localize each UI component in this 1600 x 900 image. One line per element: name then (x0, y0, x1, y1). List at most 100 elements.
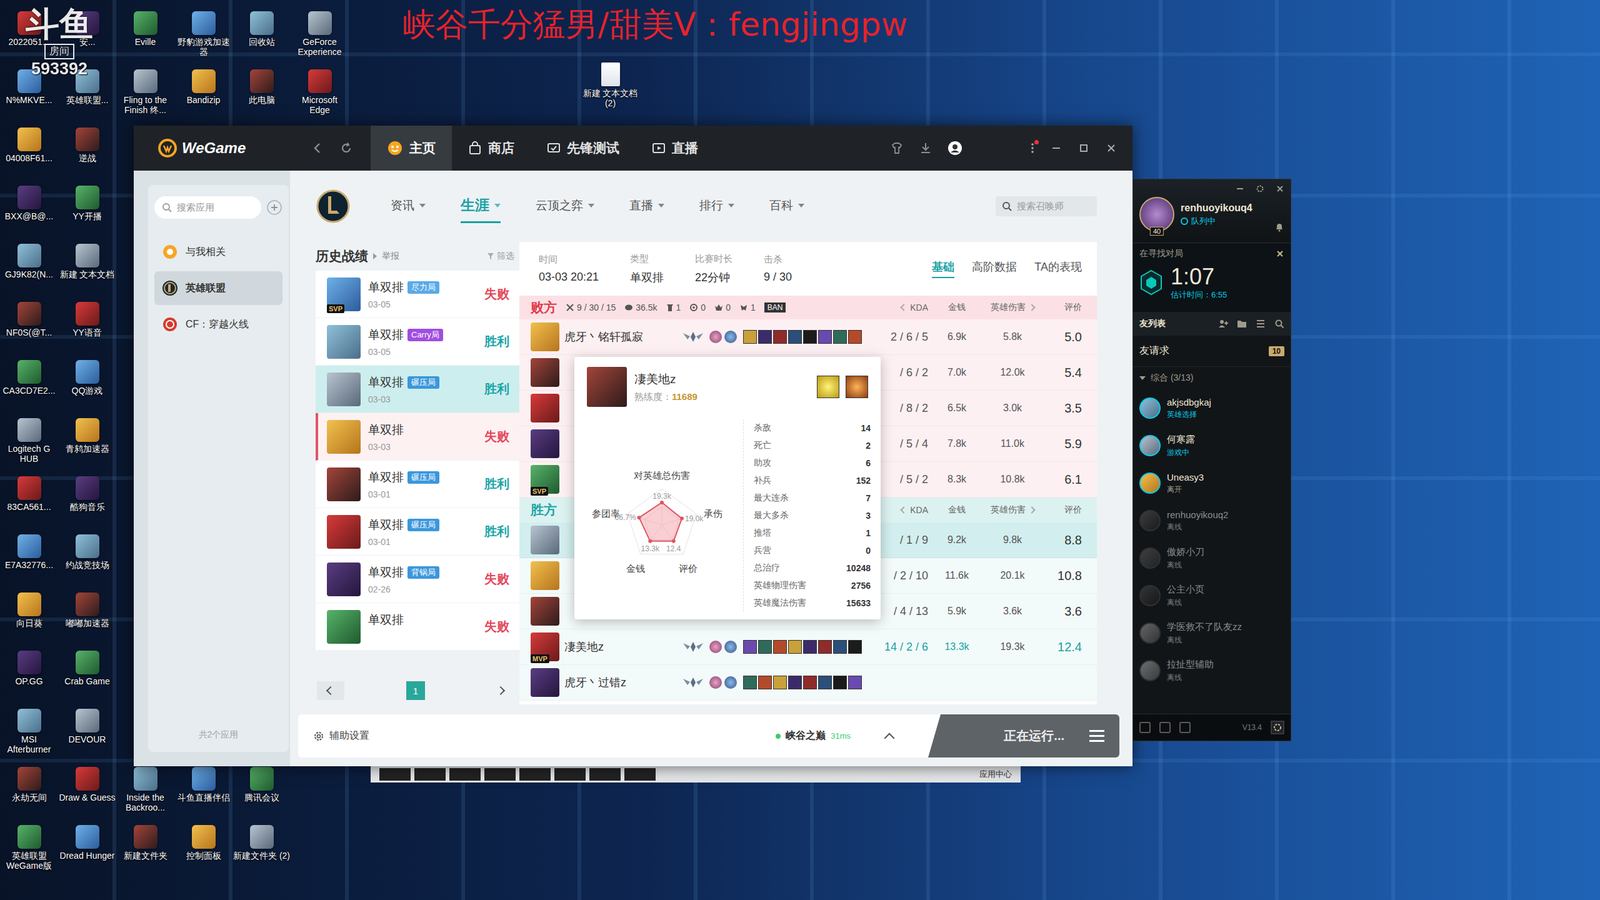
player-row[interactable]: 虎牙丶铭轩孤寂2 / 6 / 56.9k5.8k5.0 (519, 319, 1097, 355)
match-item[interactable]: 单双排碾压局03-03胜利 (315, 365, 520, 414)
friend-row[interactable]: akjsdbgkaj英雄选择 (1133, 389, 1291, 427)
player-name[interactable]: 虎牙丶铭轩孤寂 (564, 329, 677, 345)
desktop-icon[interactable]: QQ游戏 (58, 360, 117, 419)
desktop-icon[interactable]: BXX@B@... (0, 185, 59, 244)
main-tab[interactable]: 先锋测试 (530, 125, 636, 171)
desktop-icon[interactable]: Fling to the Finish 终... (116, 69, 175, 128)
desktop-icon[interactable]: Draw & Guess (58, 766, 117, 825)
running-button[interactable]: 正在运行... (928, 714, 1120, 758)
sidebar-item[interactable]: 与我相关 (154, 235, 283, 269)
nav-item[interactable]: 排行 (699, 191, 735, 222)
close-icon[interactable] (1105, 141, 1118, 155)
desktop-icon[interactable]: 约战竞技场 (58, 534, 117, 593)
desktop-icon[interactable]: 野豹游戏加速器 (174, 11, 233, 70)
refresh-icon[interactable] (340, 141, 353, 155)
friend-row[interactable]: 拉扯型辅助离线 (1133, 651, 1291, 690)
nav-item[interactable]: 资讯 (390, 191, 426, 222)
damage-column-header[interactable]: 英雄伤害 (985, 504, 1040, 516)
desktop-icon[interactable]: Dread Hunger (58, 825, 117, 884)
more-menu[interactable] (1030, 141, 1035, 155)
friend-row[interactable]: 何寒露游戏中 (1133, 426, 1291, 465)
friend-requests[interactable]: 友请求10 (1133, 335, 1291, 367)
desktop-icon[interactable]: 控制面板 (174, 825, 233, 884)
kda-column-header[interactable]: KDA (868, 302, 929, 313)
player-row[interactable]: 虎牙丶过错z (519, 665, 1097, 701)
next-page-button[interactable] (486, 681, 515, 700)
friend-row[interactable]: Uneasy3离开 (1133, 464, 1291, 502)
nav-item[interactable]: 直播 (629, 191, 665, 222)
add-friend-icon[interactable] (1218, 318, 1229, 329)
desktop-icon[interactable]: YY语音 (58, 301, 117, 360)
summoner-search-field[interactable]: 搜索召唤师 (995, 196, 1097, 217)
previous-page-button[interactable] (316, 681, 345, 700)
match-item[interactable]: 单双排碾压局03-01胜利 (315, 508, 520, 556)
desktop-icon[interactable]: GJ9K82(N... (0, 243, 59, 302)
close-icon[interactable] (1275, 184, 1285, 194)
user-avatar-icon[interactable] (947, 140, 963, 156)
main-tab[interactable]: 主页 (370, 125, 452, 171)
desktop-icon[interactable]: Bandizip (174, 69, 233, 128)
nav-item[interactable]: 百科 (769, 191, 805, 222)
sidebar-item[interactable]: 英雄联盟 (154, 271, 283, 305)
bell-icon[interactable] (1274, 221, 1285, 232)
desktop-icon[interactable]: Eville (116, 11, 175, 70)
settings-gear-icon[interactable] (1270, 720, 1285, 735)
profile-avatar[interactable]: 40 (1139, 196, 1175, 232)
add-app-icon[interactable] (266, 199, 283, 216)
friend-row[interactable]: 公主小页离线 (1133, 576, 1291, 615)
desktop-icon[interactable]: 新建文件夹 (2) (232, 825, 291, 884)
desktop-icon[interactable]: 新建 文本文档 (58, 243, 117, 302)
app-search-field[interactable]: 搜索应用 (154, 196, 262, 219)
damage-column-header[interactable]: 英雄伤害 (985, 301, 1040, 314)
match-item[interactable]: 单双排Carry局03-05胜利 (315, 318, 520, 366)
filter-button[interactable]: 筛选 (486, 250, 515, 262)
player-row[interactable]: MVP凄美地z14 / 2 / 613.3k19.3k12.4 (519, 629, 1097, 665)
nav-item[interactable]: 云顶之弈 (535, 191, 595, 222)
report-link[interactable]: 举报 (381, 250, 400, 262)
mission-icon[interactable] (1159, 721, 1171, 734)
desktop-icon[interactable]: 新建 文本文档 (2) (581, 62, 640, 121)
match-item[interactable]: SVP单双排尽力局03-05失败 (315, 270, 520, 319)
player-name[interactable]: 虎牙丶过错z (564, 675, 677, 690)
search-icon[interactable] (1274, 318, 1285, 329)
detail-tab[interactable]: 基础 (931, 259, 955, 279)
download-icon[interactable] (918, 141, 933, 155)
desktop-icon[interactable]: 回收站 (232, 11, 291, 70)
desktop-icon[interactable]: Inside the Backroo... (116, 766, 175, 825)
skin-icon[interactable] (890, 141, 904, 155)
main-tab[interactable]: 商店 (451, 125, 531, 171)
friend-row[interactable]: 学医救不了队友zz离线 (1133, 614, 1291, 652)
desktop-icon[interactable]: CA3CD7E2... (0, 360, 59, 419)
desktop-icon[interactable]: 04008F61... (0, 127, 59, 186)
desktop-icon[interactable]: 嘟嘟加速器 (58, 592, 117, 651)
gear-icon[interactable] (1255, 184, 1265, 194)
assist-settings[interactable]: 辅助设置 (298, 729, 370, 743)
desktop-icon[interactable]: Logitech G HUB (0, 418, 59, 477)
chat-icon[interactable] (1139, 721, 1151, 734)
desktop-icon[interactable]: Microsoft Edge (290, 69, 349, 128)
desktop-icon[interactable]: 永劫无间 (0, 766, 59, 825)
match-item[interactable]: 单双排背锅局02-26失败 (315, 555, 520, 604)
desktop-icon[interactable]: DEVOUR (58, 708, 117, 767)
desktop-icon[interactable]: 酷狗音乐 (58, 476, 117, 535)
nav-item[interactable]: 生涯 (460, 189, 501, 224)
match-item[interactable]: 单双排碾压局03-01胜利 (315, 460, 520, 509)
desktop-icon[interactable]: 青鸫加速器 (58, 418, 117, 477)
desktop-icon[interactable]: YY开播 (58, 185, 117, 244)
desktop-icon[interactable]: MSI Afterburner (0, 708, 59, 767)
main-tab[interactable]: 直播 (635, 125, 715, 171)
chevron-up-icon[interactable] (884, 732, 895, 744)
friend-row[interactable]: renhuoyikouq2离线 (1133, 501, 1291, 540)
detail-tab[interactable]: 高阶数据 (971, 259, 1017, 279)
desktop-icon[interactable]: Crab Game (58, 650, 117, 709)
list-icon[interactable] (1255, 318, 1266, 329)
page-number[interactable]: 1 (406, 681, 425, 700)
desktop-icon[interactable]: 腾讯会议 (232, 766, 291, 825)
player-name[interactable]: 凄美地z (564, 639, 677, 655)
detail-tab[interactable]: TA的表现 (1034, 259, 1082, 279)
desktop-icon[interactable]: 此电脑 (232, 69, 291, 128)
back-arrow-icon[interactable] (311, 141, 324, 155)
desktop-icon[interactable]: 新建文件夹 (116, 825, 175, 884)
friend-group[interactable]: 综合 (3/13) (1133, 366, 1291, 390)
desktop-icon[interactable]: GeForce Experience (290, 11, 349, 70)
